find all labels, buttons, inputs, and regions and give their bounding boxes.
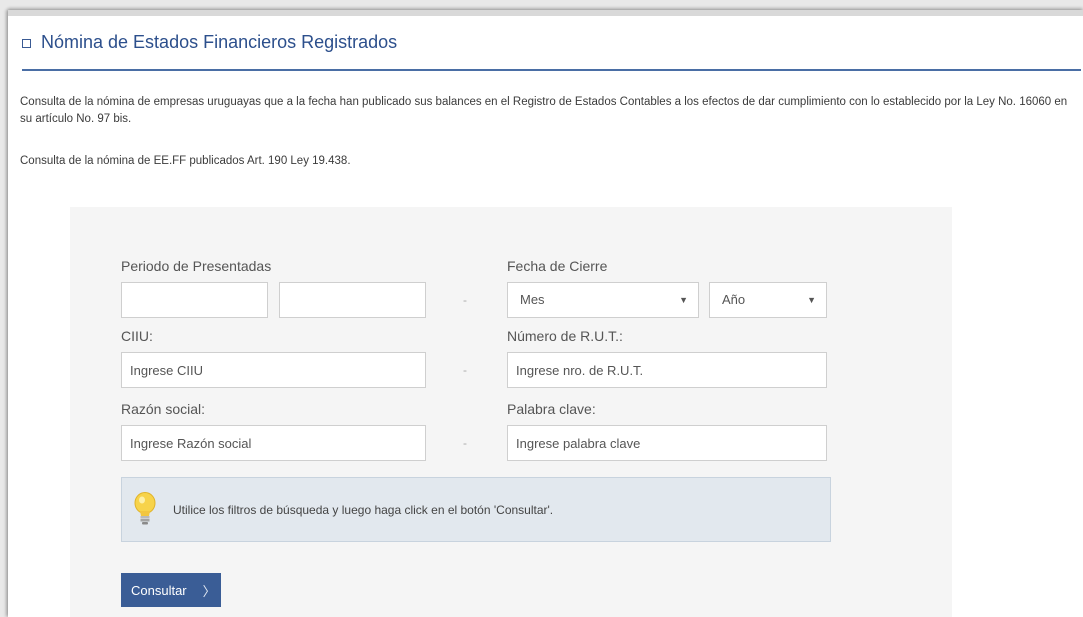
separator: - [463, 363, 467, 377]
palabra-clave-label: Palabra clave: [507, 401, 596, 417]
intro-paragraph: Consulta de la nómina de empresas urugua… [20, 96, 1068, 125]
palabra-clave-input[interactable] [507, 425, 827, 461]
ciiu-input[interactable] [121, 352, 426, 388]
search-panel: Periodo de Presentadas - Fecha de Cierre… [70, 207, 952, 617]
anio-select[interactable]: Año ▼ [709, 282, 827, 318]
title-divider [22, 69, 1081, 71]
rut-label: Número de R.U.T.: [507, 328, 623, 344]
mes-select-value: Mes [520, 292, 545, 307]
razon-social-label: Razón social: [121, 401, 206, 417]
chevron-right-icon: 〉 [202, 583, 216, 599]
separator: - [463, 293, 467, 307]
ciiu-label: CIIU: [121, 328, 153, 344]
intro-paragraph-law: Consulta de la nómina de EE.FF publicado… [20, 155, 351, 167]
info-text: Utilice los filtros de búsqueda y luego … [173, 503, 554, 517]
periodo-to-input[interactable] [279, 282, 426, 318]
periodo-label: Periodo de Presentadas [121, 258, 272, 274]
lightbulb-icon [134, 492, 156, 525]
rut-input[interactable] [507, 352, 827, 388]
chevron-down-icon: ▼ [679, 295, 688, 305]
separator: - [463, 436, 467, 450]
page-frame: Nómina de Estados Financieros Registrado… [8, 10, 1083, 617]
anio-select-value: Año [722, 292, 746, 307]
consultar-label: Consultar [131, 582, 187, 598]
square-bullet-icon [22, 39, 31, 48]
razon-social-input[interactable] [121, 425, 426, 461]
page-header: Nómina de Estados Financieros Registrado… [22, 32, 397, 53]
periodo-from-input[interactable] [121, 282, 268, 318]
fecha-cierre-label: Fecha de Cierre [507, 258, 608, 274]
mes-select[interactable]: Mes ▼ [507, 282, 699, 318]
page-title: Nómina de Estados Financieros Registrado… [41, 32, 398, 52]
consultar-button[interactable]: Consultar 〉 [121, 573, 221, 607]
info-box: Utilice los filtros de búsqueda y luego … [121, 477, 831, 542]
top-border [8, 10, 1083, 16]
chevron-down-icon: ▼ [807, 295, 816, 305]
